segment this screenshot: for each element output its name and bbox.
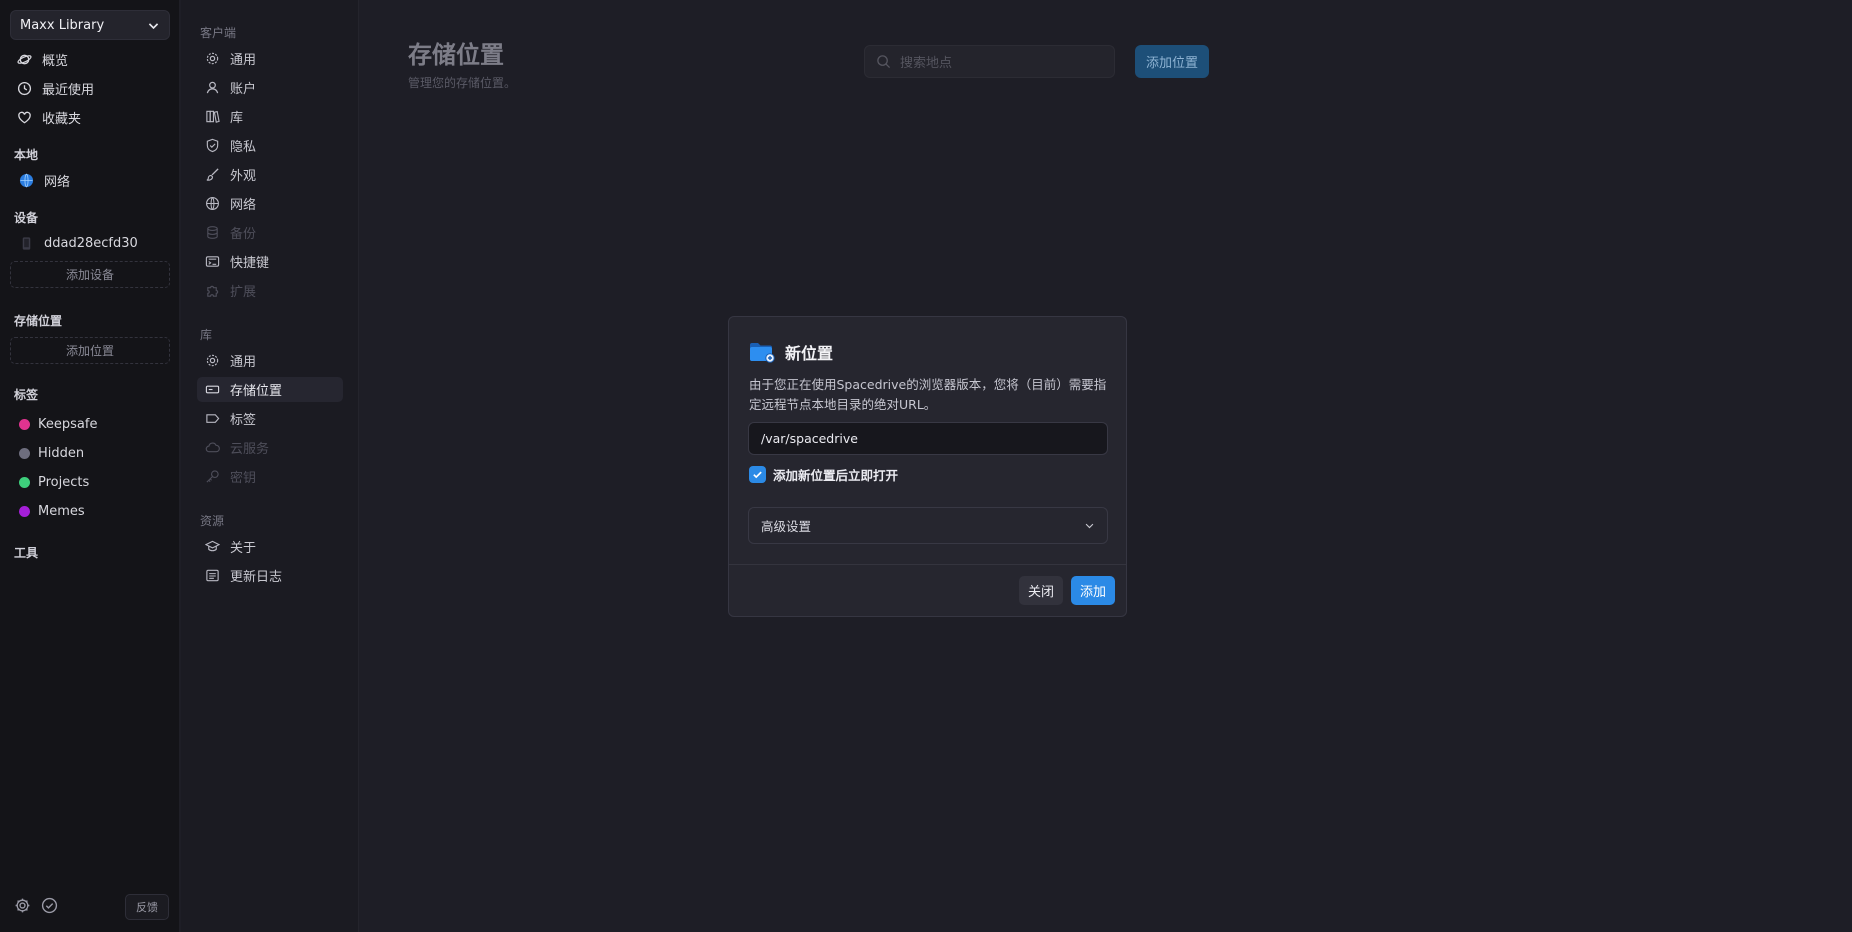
chevron-down-icon: [1085, 523, 1094, 529]
add-button[interactable]: 添加: [1071, 576, 1115, 605]
close-button[interactable]: 关闭: [1019, 576, 1063, 605]
new-location-dialog: 新位置 由于您正在使用Spacedrive的浏览器版本，您将（目前）需要指定远程…: [728, 316, 1127, 617]
dialog-description: 由于您正在使用Spacedrive的浏览器版本，您将（目前）需要指定远程节点本地…: [749, 377, 1107, 412]
open-after-add-option[interactable]: 添加新位置后立即打开: [749, 465, 898, 484]
advanced-settings-label: 高级设置: [761, 519, 812, 534]
dialog-divider: [729, 564, 1126, 565]
location-path-input[interactable]: /var/spacedrive: [748, 422, 1108, 455]
checkbox-label: 添加新位置后立即打开: [773, 468, 899, 483]
dialog-title: 新位置: [785, 344, 834, 363]
advanced-settings-toggle[interactable]: 高级设置: [748, 507, 1108, 544]
checkmark-icon: [753, 471, 762, 479]
dialog-header: 新位置: [749, 340, 833, 364]
path-value: /var/spacedrive: [761, 431, 858, 446]
folder-add-icon: [750, 343, 775, 363]
open-after-add-checkbox[interactable]: [749, 466, 766, 483]
